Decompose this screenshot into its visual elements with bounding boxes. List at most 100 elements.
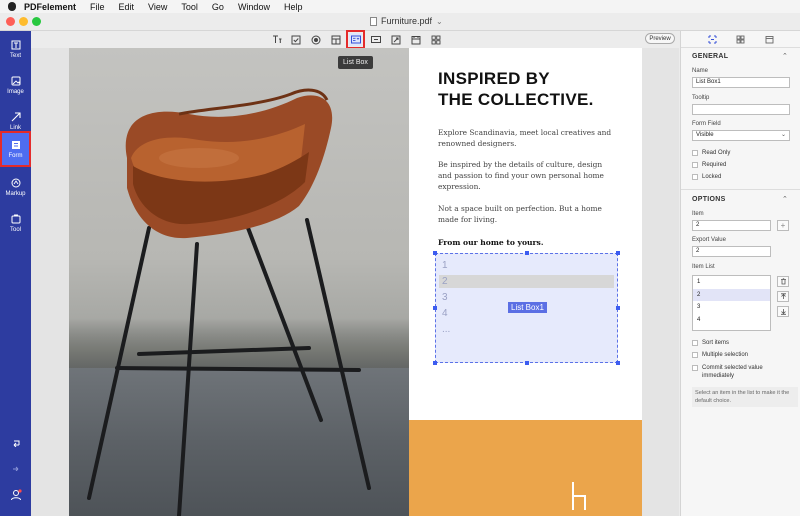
form-icon (10, 140, 21, 150)
export-value-field[interactable]: 2 (692, 246, 771, 257)
document-canvas: INSPIRED BY THE COLLECTIVE. Explore Scan… (31, 48, 679, 516)
section-divider (681, 189, 800, 190)
account-button[interactable] (0, 489, 31, 501)
arrow-up-icon (780, 293, 786, 299)
resize-handle[interactable] (525, 251, 529, 255)
sidebar-item-markup[interactable]: Markup (0, 169, 31, 205)
close-window-button[interactable] (6, 17, 15, 26)
properties-panel: GENERAL ⌃ Name List Box1 Tooltip Form Fi… (680, 31, 800, 516)
document-title[interactable]: Furniture.pdf ⌄ (370, 16, 443, 26)
required-checkbox[interactable]: Required (692, 162, 726, 168)
resize-handle[interactable] (433, 306, 437, 310)
tab-calendar[interactable] (764, 34, 774, 44)
menu-tool[interactable]: Tool (181, 2, 198, 12)
sidebar-item-image[interactable]: Image (0, 67, 31, 103)
text-field-icon (272, 35, 281, 43)
radio-button-tool[interactable] (309, 33, 322, 46)
chair-photo (69, 48, 409, 516)
tab-layout[interactable] (735, 34, 745, 44)
sidebar-item-tool[interactable]: Tool (0, 205, 31, 241)
general-section-title: GENERAL (692, 53, 729, 60)
form-field-label: Form Field (692, 121, 721, 127)
panel-tabs (681, 31, 800, 48)
properties-icon (708, 35, 716, 43)
list-box-row-selected: 2 (439, 275, 614, 288)
checkbox-tool[interactable] (289, 33, 302, 46)
menu-view[interactable]: View (148, 2, 167, 12)
list-box-name-label: List Box1 (508, 302, 547, 313)
resize-handle[interactable] (616, 306, 620, 310)
grid-tool[interactable] (429, 33, 442, 46)
form-field-value: Visible (696, 132, 714, 138)
redo-icon (12, 466, 18, 471)
button-icon (370, 36, 381, 43)
tab-properties[interactable] (707, 34, 717, 44)
undo-icon (13, 440, 19, 447)
resize-handle[interactable] (616, 361, 620, 365)
date-field-tool[interactable] (409, 33, 422, 46)
menu-help[interactable]: Help (284, 2, 303, 12)
layout-icon (736, 35, 744, 43)
pdf-page: INSPIRED BY THE COLLECTIVE. Explore Scan… (69, 48, 642, 516)
item-label: Item (692, 211, 704, 217)
form-field-select[interactable]: Visible ⌄ (692, 130, 790, 141)
menu-go[interactable]: Go (212, 2, 224, 12)
list-item-selected[interactable]: 2 (693, 288, 770, 301)
chair-icon (572, 482, 586, 510)
name-field[interactable]: List Box1 (692, 77, 790, 88)
resize-handle[interactable] (433, 361, 437, 365)
list-box-row: ... (442, 324, 451, 335)
locked-checkbox[interactable]: Locked (692, 174, 721, 180)
tooltip-field[interactable] (692, 104, 790, 115)
image-field-icon (391, 35, 400, 44)
options-section-title: OPTIONS (692, 196, 726, 203)
chevron-up-icon[interactable]: ⌃ (782, 52, 788, 60)
apple-icon[interactable] (8, 2, 16, 11)
menu-edit[interactable]: Edit (119, 2, 135, 12)
image-field-tool[interactable] (389, 33, 402, 46)
list-box-row: 1 (442, 260, 448, 271)
window-controls (6, 17, 41, 26)
list-box-row: 4 (442, 308, 448, 319)
sort-items-checkbox[interactable]: Sort items (692, 340, 729, 346)
menu-app[interactable]: PDFelement (24, 2, 76, 12)
menu-file[interactable]: File (90, 2, 105, 12)
delete-item-button[interactable] (777, 276, 789, 287)
item-list-label: Item List (692, 264, 715, 270)
minimize-window-button[interactable] (19, 17, 28, 26)
add-item-button[interactable]: + (777, 220, 789, 231)
combo-box-tool[interactable] (329, 33, 342, 46)
item-field[interactable]: 2 (692, 220, 771, 231)
resize-handle[interactable] (433, 251, 437, 255)
resize-handle[interactable] (616, 251, 620, 255)
chevron-down-icon: ⌄ (780, 132, 786, 138)
preview-button[interactable]: Preview (645, 33, 675, 44)
list-item[interactable]: 1 (693, 276, 770, 289)
list-box-field[interactable]: 1 2 3 4 ... List Box1 (433, 251, 620, 365)
commit-immediately-checkbox[interactable]: Commit selected value immediately (692, 364, 792, 380)
resize-handle[interactable] (525, 361, 529, 365)
list-item[interactable]: 3 (693, 301, 770, 314)
export-value-label: Export Value (692, 237, 726, 243)
menu-window[interactable]: Window (238, 2, 270, 12)
plus-icon: + (780, 221, 786, 230)
item-list[interactable]: 1 2 3 4 (692, 275, 771, 331)
text-field-tool[interactable] (270, 33, 283, 46)
grid-icon (431, 35, 440, 44)
list-item[interactable]: 4 (693, 314, 770, 327)
list-box-tool[interactable] (346, 30, 365, 49)
multiple-selection-checkbox[interactable]: Multiple selection (692, 352, 748, 358)
zoom-window-button[interactable] (32, 17, 41, 26)
sidebar-item-form[interactable]: Form (0, 131, 31, 167)
chevron-up-icon[interactable]: ⌃ (782, 195, 788, 203)
button-tool[interactable] (369, 33, 382, 46)
move-up-button[interactable] (777, 291, 789, 302)
menu-bar: PDFelement File Edit View Tool Go Window… (0, 0, 800, 13)
redo-button[interactable] (0, 463, 31, 471)
sidebar-item-label: Form (8, 152, 23, 159)
move-down-button[interactable] (777, 306, 789, 317)
read-only-checkbox[interactable]: Read Only (692, 150, 730, 156)
undo-button[interactable] (0, 439, 31, 447)
form-toolbar: Preview (31, 30, 679, 49)
sidebar-item-text[interactable]: Text (0, 31, 31, 67)
